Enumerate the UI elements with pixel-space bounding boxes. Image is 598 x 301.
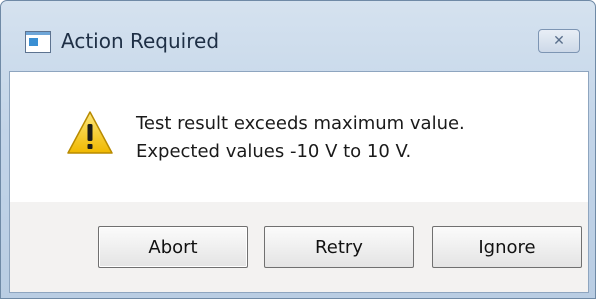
- message-line-2: Expected values -10 V to 10 V.: [136, 141, 412, 162]
- message-area: Test result exceeds maximum value. Expec…: [10, 72, 588, 202]
- warning-icon: [67, 111, 113, 154]
- window-icon: [25, 31, 51, 53]
- close-button[interactable]: ✕: [538, 29, 580, 53]
- window-title: Action Required: [61, 29, 220, 53]
- button-area: Abort Retry Ignore: [10, 202, 588, 292]
- dialog-window: Action Required ✕ Test result exceeds ma…: [0, 0, 596, 299]
- close-icon: ✕: [553, 33, 565, 49]
- dialog-content: Test result exceeds maximum value. Expec…: [9, 71, 589, 293]
- retry-button[interactable]: Retry: [264, 226, 414, 268]
- message-line-1: Test result exceeds maximum value.: [136, 113, 465, 134]
- ignore-button[interactable]: Ignore: [432, 226, 582, 268]
- message-text: Test result exceeds maximum value. Expec…: [136, 110, 465, 166]
- abort-button[interactable]: Abort: [98, 226, 248, 268]
- title-bar[interactable]: Action Required ✕: [1, 1, 595, 71]
